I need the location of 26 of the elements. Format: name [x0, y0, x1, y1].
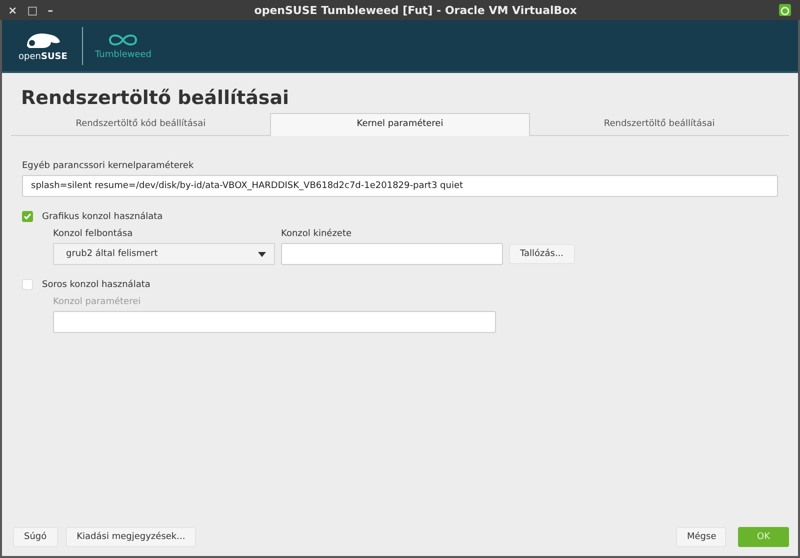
theme-field[interactable]	[281, 243, 503, 265]
checkbox[interactable]	[22, 211, 33, 222]
checkbox-label: Soros konzol használata	[42, 280, 150, 290]
tab[interactable]: Kernel paraméterei	[270, 113, 530, 136]
window-control[interactable]: –	[48, 4, 54, 16]
app-icon	[778, 3, 792, 17]
footer-button[interactable]: Súgó	[13, 527, 58, 547]
brand-logo-text: openSUSE	[18, 52, 68, 62]
field-label: Konzol kinézete	[281, 229, 353, 239]
footer-button[interactable]: Kiadási megjegyzések...	[66, 527, 196, 547]
resolution-dropdown[interactable]: grub2 által felismert	[53, 243, 275, 265]
tab[interactable]: Rendszertöltő kód beállításai	[11, 113, 270, 135]
browse-button[interactable]: Tallózás...	[509, 244, 575, 264]
window-control[interactable]: ×	[8, 4, 18, 16]
checkbox-label: Grafikus konzol használata	[42, 212, 163, 222]
kernel-params-field[interactable]: splash=silent resume=/dev/disk/by-id/ata-VBOX_HARDDISK_VB618d2c7d-1e201829-part3 quiet	[22, 175, 778, 197]
cancel-button[interactable]: Mégse	[676, 527, 726, 547]
field-label: Konzol paraméterei	[53, 297, 142, 307]
product-name: Tumbleweed	[95, 50, 152, 60]
page-title: Rendszertöltő beállításai	[21, 87, 290, 109]
field-label: Konzol felbontása	[53, 229, 134, 239]
window-control[interactable]: □	[27, 4, 38, 16]
field-label: Egyéb parancssori kernelparaméterek	[22, 161, 195, 171]
window-title: openSUSE Tumbleweed [Fut] - Oracle VM VirtualBox	[253, 4, 578, 16]
caret-icon	[258, 252, 266, 256]
tab[interactable]: Rendszertöltő beállításai	[530, 113, 789, 135]
